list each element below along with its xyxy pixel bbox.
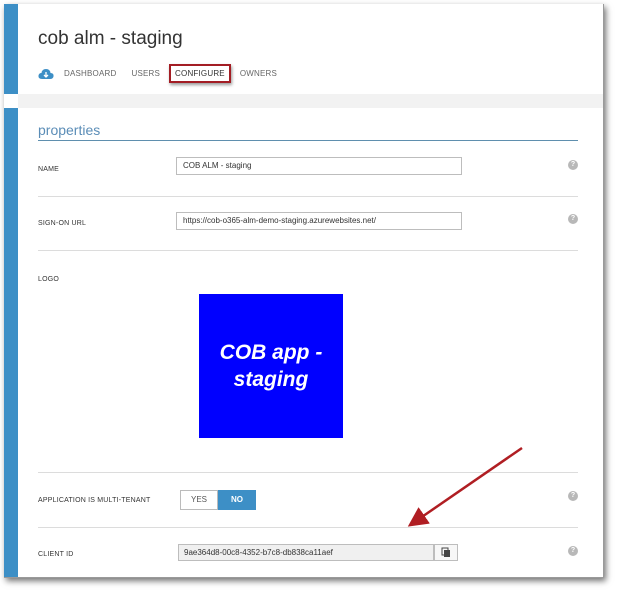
yes-option[interactable]: YES (180, 490, 218, 510)
client-id-field[interactable]: 9ae364d8-00c8-4352-b7c8-db838ca11aef (178, 544, 434, 561)
section-title: properties (38, 122, 101, 138)
no-option[interactable]: NO (218, 490, 256, 510)
help-icon[interactable]: ? (568, 546, 578, 556)
sidebar-main (4, 108, 18, 577)
header-gap (18, 94, 603, 108)
multi-tenant-toggle: YES NO (180, 490, 256, 510)
copy-icon (441, 547, 450, 557)
help-icon[interactable]: ? (568, 160, 578, 170)
sign-on-url-input[interactable]: https://cob-o365-alm-demo-staging.azurew… (176, 212, 462, 230)
properties-panel: properties NAME COB ALM - staging ? SIGN… (18, 108, 603, 577)
multi-tenant-label: APPLICATION IS MULTI-TENANT (38, 497, 151, 504)
copy-button[interactable] (434, 544, 458, 561)
row-divider (38, 196, 578, 197)
help-icon[interactable]: ? (568, 491, 578, 501)
cloud-icon[interactable] (38, 68, 54, 80)
sign-on-url-label: SIGN-ON URL (38, 220, 87, 227)
sidebar-top (4, 4, 18, 94)
tab-configure[interactable]: CONFIGURE (169, 64, 231, 83)
tab-dashboard[interactable]: DASHBOARD (64, 69, 116, 78)
logo-label: LOGO (38, 276, 60, 283)
client-id-label: CLIENT ID (38, 551, 74, 558)
logo-text: COB app - staging (219, 341, 323, 391)
logo-image[interactable]: COB app - staging (199, 294, 343, 438)
row-divider (38, 472, 578, 473)
app-header: cob alm - staging DASHBOARD USERS CONFIG… (18, 4, 603, 94)
row-divider (38, 527, 578, 528)
window-frame: cob alm - staging DASHBOARD USERS CONFIG… (4, 4, 604, 578)
tab-users[interactable]: USERS (131, 69, 160, 78)
help-icon[interactable]: ? (568, 214, 578, 224)
name-input[interactable]: COB ALM - staging (176, 157, 462, 175)
app-title: cob alm - staging (38, 28, 183, 49)
top-nav: DASHBOARD USERS CONFIGURE OWNERS (38, 64, 292, 83)
section-divider (38, 140, 578, 141)
row-divider (38, 250, 578, 251)
name-label: NAME (38, 166, 60, 173)
tab-owners[interactable]: OWNERS (240, 69, 277, 78)
